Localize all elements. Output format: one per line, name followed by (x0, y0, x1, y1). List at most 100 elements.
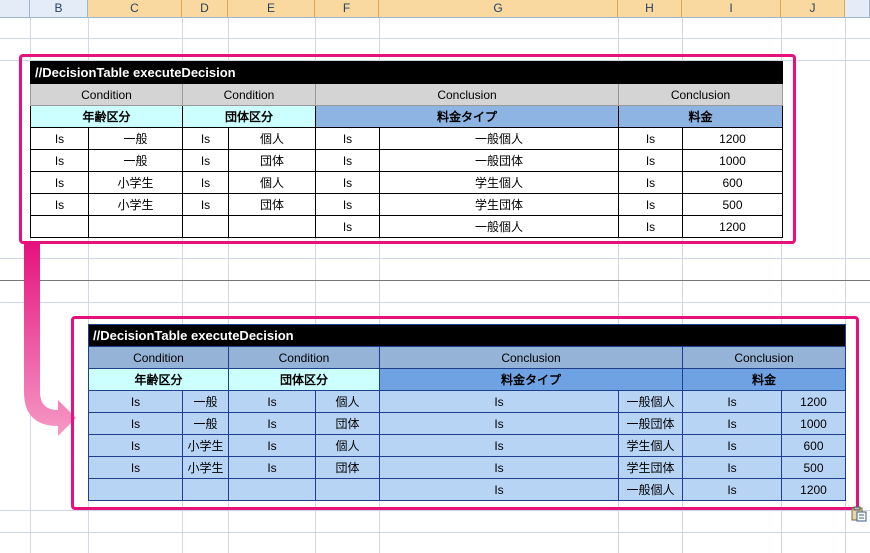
cell[interactable]: 団体 (228, 193, 316, 216)
cell[interactable]: 1200 (682, 215, 783, 238)
cell[interactable]: 一般個人 (379, 215, 619, 238)
cell[interactable]: 一般 (88, 127, 183, 150)
cell[interactable]: Is (88, 456, 183, 479)
cell[interactable]: Is (682, 456, 782, 479)
cell[interactable]: Is (88, 434, 183, 457)
cell[interactable] (182, 478, 229, 501)
cell[interactable]: Is (182, 193, 229, 216)
cell[interactable]: Is (30, 149, 89, 172)
cell[interactable]: Is (315, 149, 380, 172)
cell[interactable]: 団体 (315, 456, 380, 479)
cell[interactable]: Is (228, 456, 316, 479)
conclusion-name-cell[interactable]: 料金タイプ (379, 368, 683, 391)
cell[interactable]: Is (88, 390, 183, 413)
cell[interactable] (88, 478, 183, 501)
spreadsheet-grid[interactable]: B C D E F G H I J //DecisionTable execut… (0, 0, 870, 553)
cell[interactable]: 1200 (682, 127, 783, 150)
column-header-g[interactable]: G (379, 0, 618, 17)
cell[interactable]: Is (182, 127, 229, 150)
condition-name-cell[interactable]: 年齢区分 (88, 368, 229, 391)
cell[interactable]: Is (379, 390, 619, 413)
cell[interactable]: 500 (781, 456, 846, 479)
cell[interactable]: Is (682, 434, 782, 457)
cell[interactable]: Is (315, 171, 380, 194)
cell[interactable]: 学生個人 (379, 171, 619, 194)
cell[interactable]: 小学生 (88, 171, 183, 194)
conclusion-name-cell[interactable]: 料金タイプ (315, 105, 619, 128)
cell[interactable]: Is (618, 127, 683, 150)
cell[interactable]: Is (228, 390, 316, 413)
type-cell[interactable]: Condition (228, 346, 380, 369)
cell[interactable]: 一般 (88, 149, 183, 172)
conclusion-name-cell[interactable]: 料金 (682, 368, 846, 391)
cell[interactable]: Is (30, 171, 89, 194)
cell[interactable]: 一般個人 (618, 390, 683, 413)
cell[interactable] (315, 478, 380, 501)
condition-name-cell[interactable]: 年齢区分 (30, 105, 183, 128)
column-header-b[interactable]: B (30, 0, 88, 17)
cell[interactable] (30, 215, 89, 238)
column-header-d[interactable]: D (182, 0, 228, 17)
decision-table-after[interactable]: //DecisionTable executeDecision Conditio… (88, 324, 846, 501)
cell[interactable]: 600 (682, 171, 783, 194)
column-header-f[interactable]: F (315, 0, 379, 17)
cell[interactable]: 学生団体 (379, 193, 619, 216)
cell[interactable]: Is (228, 434, 316, 457)
type-cell[interactable]: Condition (88, 346, 229, 369)
cell[interactable]: Is (315, 127, 380, 150)
column-header-k[interactable] (845, 0, 870, 17)
cell[interactable] (88, 215, 183, 238)
cell[interactable]: 団体 (315, 412, 380, 435)
cell[interactable]: 一般個人 (379, 127, 619, 150)
type-cell[interactable]: Conclusion (315, 83, 619, 106)
cell[interactable] (228, 215, 316, 238)
type-cell[interactable]: Conclusion (618, 83, 783, 106)
cell[interactable]: Is (30, 127, 89, 150)
decision-table-title[interactable]: //DecisionTable executeDecision (88, 324, 846, 347)
cell[interactable]: 1200 (781, 390, 846, 413)
cell[interactable]: Is (182, 149, 229, 172)
cell[interactable]: Is (682, 412, 782, 435)
cell[interactable]: Is (182, 171, 229, 194)
cell[interactable]: Is (379, 434, 619, 457)
type-cell[interactable]: Conclusion (379, 346, 683, 369)
cell[interactable]: 500 (682, 193, 783, 216)
column-header-h[interactable]: H (618, 0, 682, 17)
cell[interactable]: 1000 (781, 412, 846, 435)
cell[interactable]: 団体 (228, 149, 316, 172)
decision-table-title[interactable]: //DecisionTable executeDecision (30, 61, 783, 84)
cell[interactable]: 小学生 (182, 456, 229, 479)
cell[interactable]: 一般団体 (379, 149, 619, 172)
cell[interactable]: 1000 (682, 149, 783, 172)
cell[interactable]: 個人 (228, 171, 316, 194)
cell[interactable]: 600 (781, 434, 846, 457)
decision-table-before[interactable]: //DecisionTable executeDecision Conditio… (30, 61, 783, 238)
cell[interactable]: Is (379, 412, 619, 435)
cell[interactable]: Is (618, 149, 683, 172)
type-cell[interactable]: Conclusion (682, 346, 846, 369)
cell[interactable]: Is (618, 215, 683, 238)
cell[interactable]: 一般 (182, 390, 229, 413)
cell[interactable]: Is (88, 412, 183, 435)
cell[interactable]: 1200 (781, 478, 846, 501)
cell[interactable] (228, 478, 316, 501)
conclusion-name-cell[interactable]: 料金 (618, 105, 783, 128)
type-cell[interactable]: Condition (30, 83, 183, 106)
cell[interactable]: Is (618, 193, 683, 216)
cell[interactable]: 個人 (315, 434, 380, 457)
cell[interactable]: 個人 (315, 390, 380, 413)
cell[interactable]: Is (315, 193, 380, 216)
cell[interactable]: Is (228, 412, 316, 435)
condition-name-cell[interactable]: 団体区分 (182, 105, 316, 128)
cell[interactable]: 学生団体 (618, 456, 683, 479)
cell[interactable]: Is (315, 215, 380, 238)
cell[interactable]: Is (682, 390, 782, 413)
column-header-j[interactable]: J (781, 0, 845, 17)
condition-name-cell[interactable]: 団体区分 (228, 368, 380, 391)
column-header-c[interactable]: C (88, 0, 182, 17)
cell[interactable]: 小学生 (88, 193, 183, 216)
cell[interactable] (182, 215, 229, 238)
cell[interactable]: Is (379, 456, 619, 479)
cell[interactable]: Is (682, 478, 782, 501)
corner-select-all[interactable] (0, 0, 30, 17)
